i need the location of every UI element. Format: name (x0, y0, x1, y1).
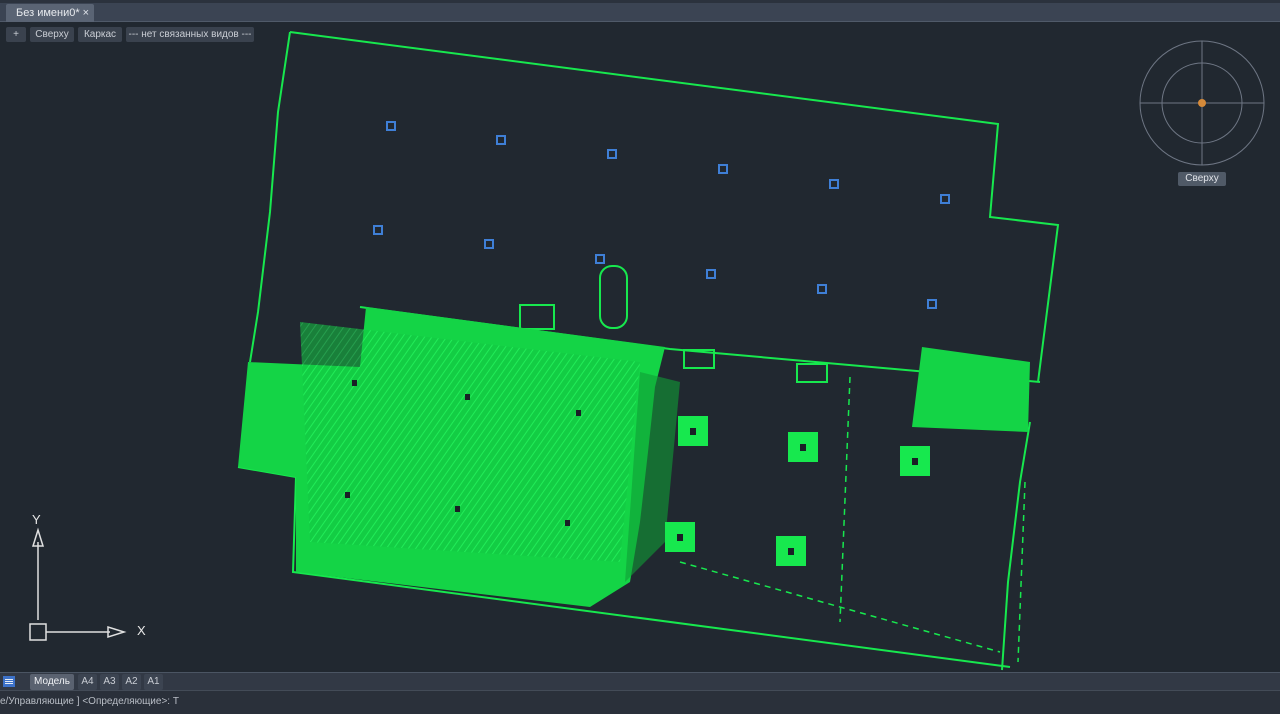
viewport-menu-button[interactable]: + (6, 27, 26, 42)
command-line[interactable]: е/Управляющие ] <Определяющие>: Т (0, 690, 1280, 714)
tab-model[interactable]: Модель (30, 674, 74, 690)
document-tab-title: Без имени0* (16, 7, 80, 19)
view-cube-label[interactable]: Сверху (1178, 172, 1226, 186)
title-bar-edge (0, 0, 1280, 3)
tab-a2[interactable]: A2 (122, 674, 141, 690)
named-views-button[interactable]: --- нет связанных видов --- (126, 27, 254, 42)
command-prompt-text: е/Управляющие ] <Определяющие>: Т (0, 696, 179, 707)
ucs-y-label: Y (32, 512, 41, 527)
visual-style-button[interactable]: Каркас (78, 27, 122, 42)
close-icon[interactable]: × (83, 4, 89, 22)
navigation-compass[interactable] (1139, 40, 1265, 166)
document-tab[interactable]: Без имени0* × (6, 4, 94, 22)
layout-menu-icon[interactable] (3, 676, 15, 687)
layout-tabs-bar: Модель A4 A3 A2 A1 (0, 672, 1280, 690)
view-direction-button[interactable]: Сверху (30, 27, 74, 42)
point-cloud-plan (237, 31, 1265, 671)
target-markers (373, 121, 950, 309)
ucs-icon (29, 527, 127, 641)
drawing-viewport[interactable]: + Сверху Каркас --- нет связанных видов … (0, 22, 1280, 672)
tab-a1[interactable]: A1 (144, 674, 163, 690)
title-bar: Без имени0* × (0, 0, 1280, 22)
tab-a3[interactable]: A3 (100, 674, 119, 690)
columns (665, 349, 930, 566)
tab-a4[interactable]: A4 (78, 674, 97, 690)
ucs-x-label: X (137, 623, 146, 638)
